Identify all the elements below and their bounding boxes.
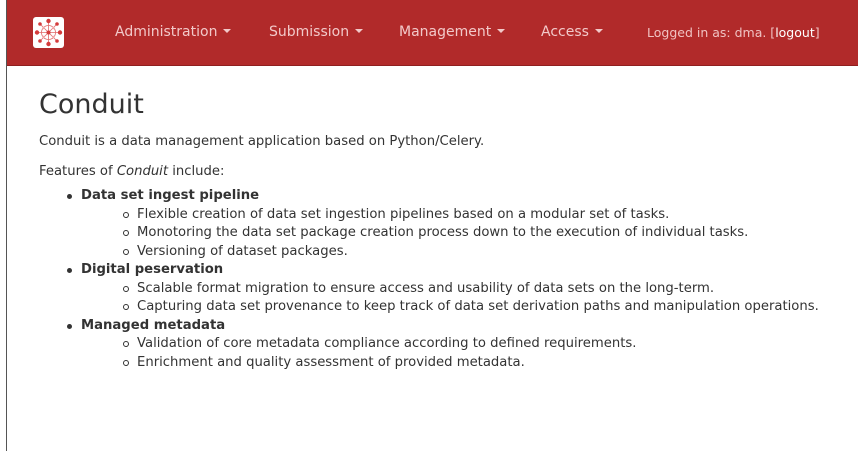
features-intro-prefix: Features of	[39, 164, 117, 179]
feature-sublist: Flexible creation of data set ingestion …	[81, 206, 839, 262]
feature-heading: Managed metadata	[81, 317, 226, 333]
nav-management[interactable]: Management	[399, 24, 506, 40]
feature-item: Digital peservation Scalable format migr…	[67, 261, 839, 317]
feature-heading: Data set ingest pipeline	[81, 188, 260, 203]
feature-item: Managed metadata Validation of core meta…	[67, 317, 839, 373]
main-content: Conduit Conduit is a data management app…	[39, 88, 839, 372]
features-intro-suffix: include:	[168, 164, 225, 179]
feature-heading: Digital peservation	[81, 262, 224, 277]
nav-administration[interactable]: Administration	[115, 24, 232, 40]
nav-access[interactable]: Access	[541, 24, 603, 40]
nav-management-label: Management	[399, 24, 492, 40]
feature-detail: Versioning of dataset packages.	[123, 243, 839, 262]
network-logo-icon	[34, 18, 63, 47]
nav-access-label: Access	[541, 24, 589, 40]
features-list: Data set ingest pipeline Flexible creati…	[39, 187, 839, 372]
caret-down-icon	[497, 29, 506, 33]
caret-down-icon	[355, 29, 364, 33]
page-description: Conduit is a data management application…	[39, 134, 485, 149]
features-intro: Features of Conduit include:	[39, 163, 839, 181]
nav-submission-label: Submission	[269, 24, 350, 40]
nav-submission[interactable]: Submission	[269, 24, 364, 40]
caret-down-icon	[223, 29, 232, 33]
feature-item: Data set ingest pipeline Flexible creati…	[67, 187, 839, 261]
feature-detail: Capturing data set provenance to keep tr…	[123, 298, 839, 317]
feature-detail: Flexible creation of data set ingestion …	[123, 206, 839, 225]
feature-detail: Enrichment and quality assessment of pro…	[123, 354, 839, 373]
feature-detail: Monotoring the data set package creation…	[123, 224, 839, 243]
login-status: Logged in as: dma. [logout]	[647, 25, 820, 40]
feature-sublist: Scalable format migration to ensure acce…	[81, 280, 839, 317]
logout-link[interactable]: logout	[775, 25, 815, 40]
login-suffix: ]	[814, 25, 820, 40]
caret-down-icon	[594, 29, 603, 33]
app-logo[interactable]	[33, 17, 64, 48]
feature-detail: Validation of core metadata compliance a…	[123, 335, 839, 354]
feature-sublist: Validation of core metadata compliance a…	[81, 335, 839, 372]
features-intro-app-name: Conduit	[116, 164, 169, 179]
app-frame: Administration Submission Management Acc…	[6, 0, 858, 451]
nav-administration-label: Administration	[115, 24, 218, 40]
page-title: Conduit	[39, 89, 144, 120]
top-navbar: Administration Submission Management Acc…	[7, 0, 858, 66]
login-prefix: Logged in as: dma. [	[647, 25, 776, 40]
feature-detail: Scalable format migration to ensure acce…	[123, 280, 839, 299]
